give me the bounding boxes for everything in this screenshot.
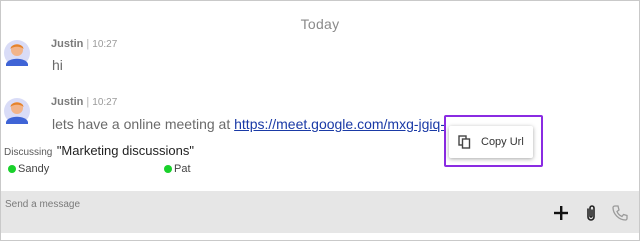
discussion-info: Discussing "Marketing discussions": [4, 142, 194, 160]
message-composer: Send a message: [1, 191, 639, 233]
message-header: Justin | 10:27: [51, 96, 117, 108]
online-status-icon: [164, 165, 172, 173]
discussion-label: Discussing: [4, 147, 53, 158]
header-separator: |: [86, 96, 90, 108]
message-text: lets have a online meeting at https://me…: [52, 116, 444, 132]
member-item[interactable]: Pat: [164, 163, 191, 175]
message-text: hi: [52, 57, 63, 73]
message-input[interactable]: Send a message: [5, 199, 80, 210]
header-separator: |: [86, 38, 90, 50]
member-name: Sandy: [18, 163, 50, 175]
online-status-icon: [8, 165, 16, 173]
message-time: 10:27: [92, 97, 118, 108]
user-avatar[interactable]: [4, 40, 30, 66]
member-name: Pat: [174, 163, 191, 175]
copy-icon: [458, 135, 471, 149]
message-time: 10:27: [92, 39, 118, 50]
plus-icon[interactable]: [552, 204, 570, 222]
message-author: Justin: [51, 38, 84, 50]
discussion-title: "Marketing discussions": [56, 143, 194, 158]
member-item[interactable]: Sandy: [8, 163, 49, 175]
user-avatar[interactable]: [4, 98, 30, 124]
message-author: Justin: [51, 96, 84, 108]
phone-icon[interactable]: [611, 204, 629, 222]
copy-url-label: Copy Url: [481, 136, 524, 148]
paperclip-icon[interactable]: [582, 204, 600, 222]
day-separator: Today: [300, 16, 340, 32]
meeting-link[interactable]: https://meet.google.com/mxg-jgiq-cws: [234, 116, 444, 132]
message-header: Justin | 10:27: [51, 38, 117, 50]
copy-url-menu-item[interactable]: Copy Url: [449, 126, 533, 158]
message-text-content: lets have a online meeting at: [52, 116, 235, 132]
